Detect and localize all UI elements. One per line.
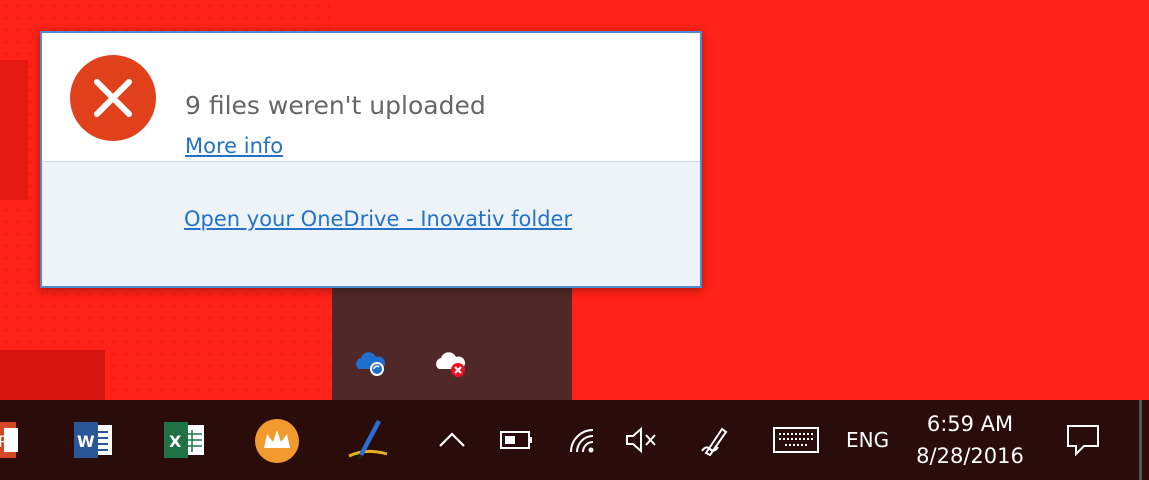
taskbar: P W X ENG 6:59 AM 8/28/2016: [0, 400, 1149, 480]
desktop-decoration: [0, 350, 105, 400]
clock-date: 8/28/2016: [916, 444, 1024, 468]
notification-actions: Open your OneDrive - Inovativ folder: [42, 162, 700, 286]
taskbar-clock[interactable]: 6:59 AM 8/28/2016: [905, 408, 1035, 472]
notification-title: 9 files weren't uploaded: [185, 91, 486, 120]
notification-header: 9 files weren't uploaded More info: [42, 33, 700, 162]
more-info-link[interactable]: More info: [185, 134, 283, 158]
onedrive-notification-toast[interactable]: 9 files weren't uploaded More info Open …: [40, 31, 702, 288]
touch-keyboard-icon[interactable]: [772, 426, 820, 454]
clock-time: 6:59 AM: [926, 412, 1014, 436]
tray-overflow-flyout: [332, 270, 572, 400]
pen-workspace-icon[interactable]: [697, 422, 733, 458]
battery-icon[interactable]: [499, 426, 535, 454]
input-language-indicator[interactable]: ENG: [846, 426, 889, 454]
action-center-icon[interactable]: [1064, 422, 1102, 458]
svg-text:P: P: [0, 432, 8, 451]
open-onedrive-folder-link[interactable]: Open your OneDrive - Inovativ folder: [184, 207, 572, 231]
word-icon[interactable]: W: [72, 420, 114, 460]
excel-icon[interactable]: X: [162, 420, 206, 460]
pen-app-icon[interactable]: [343, 414, 393, 464]
crown-app-icon[interactable]: [254, 418, 300, 464]
svg-text:W: W: [77, 432, 95, 451]
show-desktop-strip[interactable]: [1139, 400, 1142, 480]
svg-text:X: X: [169, 432, 182, 451]
chevron-up-icon[interactable]: [436, 426, 468, 454]
wifi-icon[interactable]: [566, 424, 600, 456]
desktop-decoration: [0, 60, 28, 200]
volume-muted-icon[interactable]: [624, 424, 658, 456]
onedrive-sync-icon[interactable]: [352, 345, 388, 381]
onedrive-error-icon[interactable]: [432, 345, 468, 381]
error-x-icon: [69, 54, 157, 142]
powerpoint-icon[interactable]: P: [0, 420, 24, 460]
